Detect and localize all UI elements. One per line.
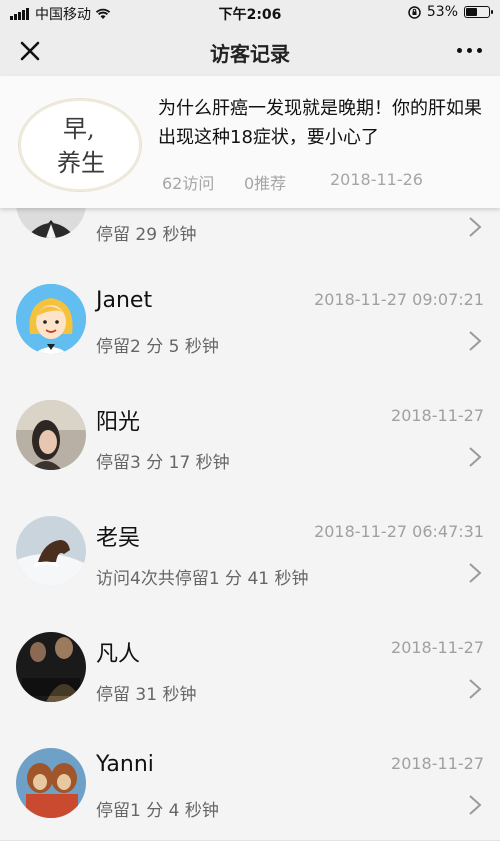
list-item[interactable]: 凡人 2018-11-27 停留 31 秒钟	[0, 608, 500, 725]
visit-detail: 停留1 分 4 秒钟	[96, 801, 219, 821]
visit-detail: 访问4次共停留1 分 41 秒钟	[96, 569, 309, 589]
recommend-count: 0推荐	[244, 174, 287, 193]
avatar	[16, 284, 86, 354]
status-right: 53%	[408, 4, 493, 20]
visit-count: 62访问	[162, 174, 215, 193]
chevron-right-icon	[469, 679, 482, 699]
list-item[interactable]: Yanni 2018-11-27 停留1 分 4 秒钟	[0, 724, 500, 841]
list-item[interactable]: 老吴 2018-11-27 06:47:31 访问4次共停留1 分 41 秒钟	[0, 492, 500, 609]
thumb-text-2: 养生	[57, 149, 105, 177]
orientation-lock-icon	[408, 5, 421, 19]
page-title: 访客记录	[210, 42, 290, 66]
visit-detail: 停留 29 秒钟	[96, 225, 197, 245]
visit-detail: 停留2 分 5 秒钟	[96, 337, 219, 357]
article-card[interactable]: 早, 养生 为什么肝癌一发现就是晚期！你的肝如果出现这种18症状，要小心了 62…	[0, 76, 500, 208]
visitor-name: Yanni	[96, 752, 154, 777]
avatar	[16, 516, 86, 586]
list-item[interactable]: 阳光 2018-11-27 停留3 分 17 秒钟	[0, 376, 500, 493]
visit-time: 2018-11-27 06:47:31	[314, 522, 484, 541]
visitor-name: Janet	[96, 288, 153, 313]
article-thumbnail: 早, 养生	[18, 98, 142, 192]
visit-time: 2018-11-27 09:07:21	[314, 290, 484, 309]
chevron-right-icon	[469, 795, 482, 815]
chevron-right-icon	[469, 331, 482, 351]
battery-percent: 53%	[426, 4, 458, 20]
visit-time: 2018-11-27	[391, 406, 484, 425]
article-title: 为什么肝癌一发现就是晚期！你的肝如果出现这种18症状，要小心了	[158, 98, 482, 148]
visit-time: 2018-11-27	[391, 754, 484, 773]
visit-detail: 停留 31 秒钟	[96, 685, 197, 705]
avatar	[16, 400, 86, 470]
article-date: 2018-11-26	[330, 170, 423, 189]
visitor-name: 凡人	[96, 642, 141, 667]
chevron-right-icon	[469, 217, 482, 237]
battery-icon	[464, 6, 493, 18]
chevron-right-icon	[469, 447, 482, 467]
more-icon[interactable]	[457, 48, 482, 53]
nav-bar: 访客记录	[0, 26, 500, 76]
status-bar: 中国移动 下午2:06 53%	[0, 0, 500, 26]
thumb-text-1: 早,	[63, 115, 95, 143]
visitor-name: 老吴	[96, 526, 141, 551]
avatar	[16, 748, 86, 818]
avatar	[16, 632, 86, 702]
visit-time: 2018-11-27	[391, 638, 484, 657]
chevron-right-icon	[469, 563, 482, 583]
visit-detail: 停留3 分 17 秒钟	[96, 453, 230, 473]
visitor-name: 阳光	[96, 410, 141, 435]
list-item[interactable]: Janet 2018-11-27 09:07:21 停留2 分 5 秒钟	[0, 260, 500, 377]
